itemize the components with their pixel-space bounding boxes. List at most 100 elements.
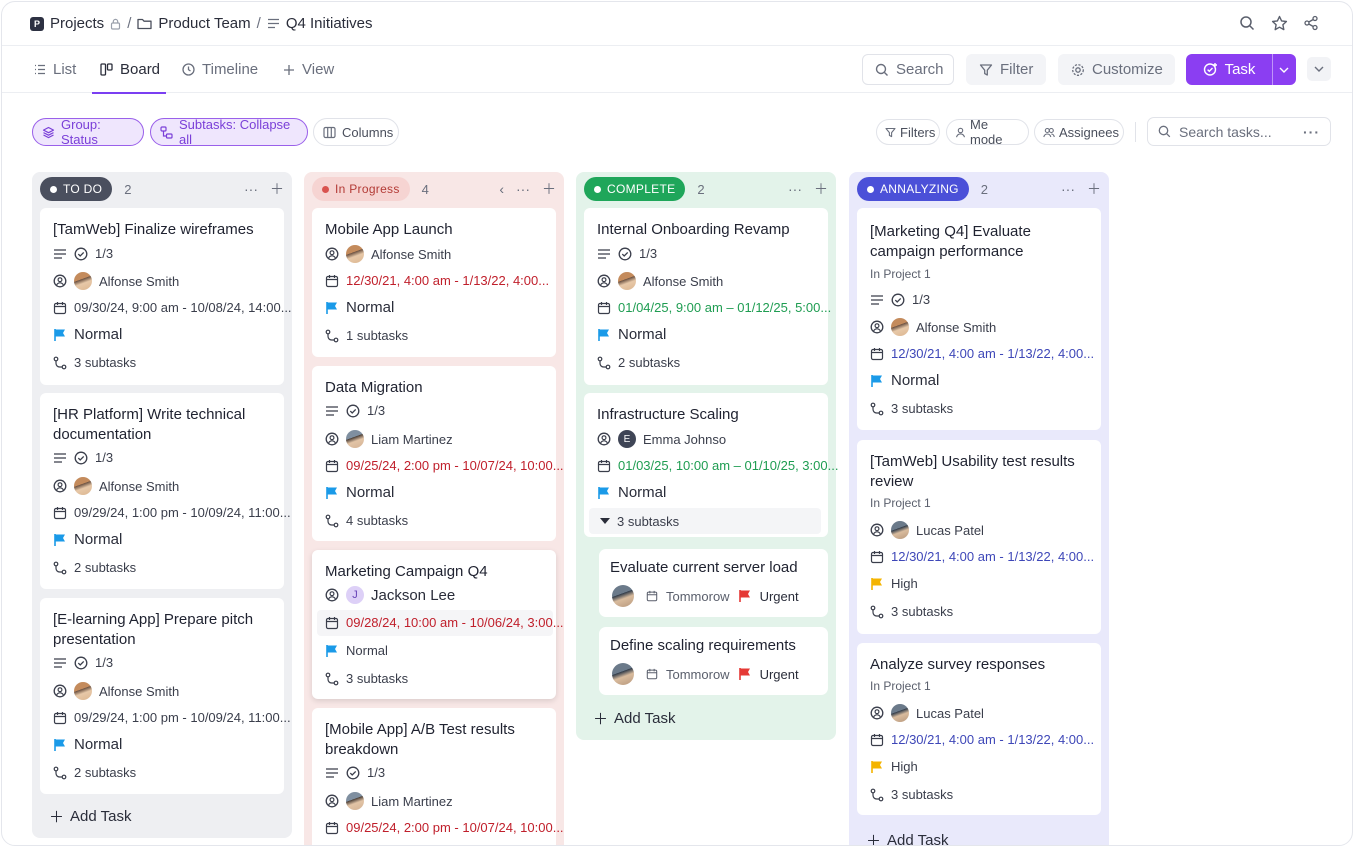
subtasks-row[interactable]: 2 subtasks xyxy=(597,355,680,370)
task-card[interactable]: Internal Onboarding Revamp 1/3 Alfonse S… xyxy=(584,208,831,385)
add-task-link[interactable]: ＋ Add Task xyxy=(866,830,948,845)
priority-label: Normal xyxy=(618,326,667,343)
star-icon[interactable] xyxy=(1270,14,1288,32)
task-card[interactable]: [Mobile App] A/B Test results breakdown … xyxy=(312,708,564,845)
task-card[interactable]: [E-learning App] Prepare pitch presentat… xyxy=(40,598,291,794)
task-title: [HR Platform] Write technical documentat… xyxy=(53,406,246,443)
breadcrumb-projects[interactable]: Projects xyxy=(50,15,104,32)
more-options-icon[interactable]: ··· xyxy=(788,181,802,197)
priority-row: Normal xyxy=(53,736,122,753)
task-card[interactable]: Data Migration 1/3 Liam Martinez 09/25/2… xyxy=(312,366,564,541)
tab-add-view[interactable]: View xyxy=(283,46,334,93)
assignee-row: E Emma Johnso xyxy=(597,430,726,448)
tab-board[interactable]: Board xyxy=(91,46,167,94)
group-by-chip[interactable]: Group: Status xyxy=(32,117,144,147)
add-task-link[interactable]: ＋ Add Task xyxy=(593,708,675,729)
priority-row: Normal xyxy=(53,326,122,343)
tab-list[interactable]: List xyxy=(34,46,76,93)
filters-chip[interactable]: Filters xyxy=(876,119,940,145)
columns-chip[interactable]: Columns xyxy=(313,118,399,146)
add-task-main[interactable]: Task xyxy=(1186,54,1273,85)
subtasks-row[interactable]: 3 subtasks xyxy=(870,787,953,802)
subtasks-row[interactable]: 4 subtasks xyxy=(325,513,408,528)
task-card[interactable]: [TamWeb] Finalize wireframes 1/3 Alfonse… xyxy=(40,208,292,385)
tab-timeline[interactable]: Timeline xyxy=(182,46,258,93)
avatar xyxy=(618,272,636,290)
customize-button[interactable]: Customize xyxy=(1058,54,1175,85)
status-badge[interactable]: In Progress xyxy=(312,177,410,201)
subtasks-count: 3 subtasks xyxy=(891,401,954,416)
date-row[interactable]: 09/28/24, 10:00 am - 10/06/24, 3:00... xyxy=(325,615,564,630)
view-options-button[interactable] xyxy=(1307,57,1331,81)
column-tools: ··· ＋ xyxy=(1061,179,1101,199)
description-icon xyxy=(597,247,611,261)
more-options-icon[interactable]: ··· xyxy=(244,181,258,197)
subtasks-row[interactable]: 1 subtasks xyxy=(325,328,408,343)
assignee-name: Alfonse Smith xyxy=(371,246,452,262)
more-options-icon[interactable]: ··· xyxy=(516,181,530,197)
subtasks-row[interactable]: 3 subtasks xyxy=(870,604,953,619)
column-count: 4 xyxy=(421,181,429,197)
filter-button[interactable]: Filter xyxy=(966,54,1046,85)
status-badge[interactable]: ANNALYZING xyxy=(857,177,969,201)
subtasks-row[interactable]: 3 subtasks xyxy=(870,401,953,416)
column-in-progress: In Progress 4 ‹ ··· ＋ Mobile App Launch … xyxy=(304,172,564,845)
search-tasks-input[interactable]: Search tasks... ··· xyxy=(1147,117,1331,146)
breadcrumb-q4-initiatives[interactable]: Q4 Initiatives xyxy=(286,15,373,32)
user-circle-icon xyxy=(597,432,611,446)
add-task-link[interactable]: ＋ Add Task xyxy=(49,806,131,827)
checklist-count: 1/3 xyxy=(95,450,114,465)
subtasks-row[interactable]: 3 subtasks xyxy=(325,671,408,686)
subtask-priority: Urgent xyxy=(759,588,799,604)
task-card[interactable]: Mobile App Launch Alfonse Smith 12/30/21… xyxy=(312,208,556,357)
search-icon[interactable] xyxy=(1238,14,1256,32)
more-options-icon[interactable]: ··· xyxy=(1061,181,1075,197)
status-dot-icon xyxy=(594,185,601,193)
task-card[interactable]: Infrastructure Scaling E Emma Johnso 01/… xyxy=(584,393,838,537)
subtasks-row[interactable]: 3 subtasks xyxy=(53,355,136,370)
search-button[interactable]: Search xyxy=(862,54,954,85)
priority-label: Normal xyxy=(74,736,123,753)
subtask-card[interactable]: Evaluate current server load Tommorow Ur… xyxy=(599,549,828,617)
subtasks-toggle[interactable]: 3 subtasks xyxy=(589,508,821,534)
task-card[interactable]: [HR Platform] Write technical documentat… xyxy=(40,393,291,589)
plus-icon[interactable]: ＋ xyxy=(270,179,284,199)
status-badge[interactable]: TO DO xyxy=(40,177,113,201)
column-header: COMPLETE 2 ··· ＋ xyxy=(584,177,828,201)
collapse-icon[interactable]: ‹ xyxy=(499,181,504,197)
subtasks-chip[interactable]: Subtasks: Collapse all xyxy=(150,117,308,147)
share-icon[interactable] xyxy=(1302,14,1320,32)
subtasks-row[interactable]: 2 subtasks xyxy=(53,765,136,780)
add-task-button[interactable]: Task xyxy=(1186,54,1296,85)
subtasks-count: 2 subtasks xyxy=(618,355,681,370)
priority-label: Normal xyxy=(74,531,123,548)
avatar xyxy=(346,792,364,810)
assignees-chip[interactable]: Assignees xyxy=(1034,119,1124,145)
me-mode-chip[interactable]: Me mode xyxy=(946,117,1029,147)
checklist-row: 1/3 xyxy=(870,292,930,307)
task-card[interactable]: Marketing Campaign Q4 J Jackson Lee 09/2… xyxy=(312,550,564,699)
breadcrumb-product-team[interactable]: Product Team xyxy=(158,15,250,32)
user-circle-icon xyxy=(870,523,884,537)
plus-icon[interactable]: ＋ xyxy=(1087,179,1101,199)
plus-icon[interactable]: ＋ xyxy=(814,179,828,199)
project-label: In Project 1 xyxy=(870,267,931,281)
add-task-dropdown[interactable] xyxy=(1273,54,1295,85)
plus-icon[interactable]: ＋ xyxy=(542,179,556,199)
status-dot-icon xyxy=(322,185,329,193)
date-range: 09/30/24, 9:00 am - 10/08/24, 14:00... xyxy=(74,300,292,315)
subtasks-row[interactable]: 2 subtasks xyxy=(53,560,136,575)
task-card[interactable]: [Marketing Q4] Evaluate campaign perform… xyxy=(857,208,1101,430)
flag-icon xyxy=(53,328,67,342)
check-circle-icon xyxy=(618,247,632,261)
task-card[interactable]: Analyze survey responses In Project 1 Lu… xyxy=(857,643,1101,815)
more-options-icon[interactable]: ··· xyxy=(1303,124,1320,140)
task-card[interactable]: [TamWeb] Usability test results review I… xyxy=(857,440,1101,634)
column-tools: ‹ ··· ＋ xyxy=(499,179,556,199)
avatar xyxy=(74,477,92,495)
search-icon xyxy=(1158,125,1171,138)
description-icon xyxy=(325,404,339,418)
subtask-card[interactable]: Define scaling requirements Tommorow Urg… xyxy=(599,627,828,695)
date-range: 12/30/21, 4:00 am - 1/13/22, 4:00... xyxy=(891,346,1095,361)
status-badge[interactable]: COMPLETE xyxy=(584,177,686,201)
